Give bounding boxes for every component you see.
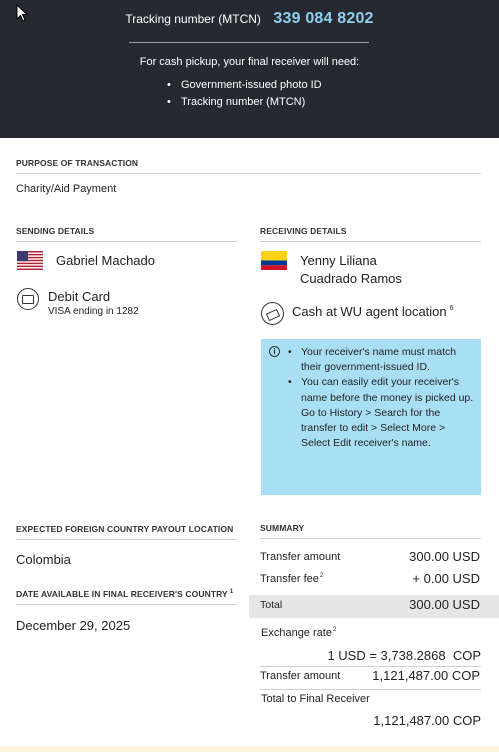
- transfer-amount-value: 300.00 USD: [409, 549, 480, 564]
- final-receiver-value: 1,121,487.00 COP: [373, 713, 481, 728]
- date-available-text: DATE AVAILABLE IN FINAL RECEIVER'S COUNT…: [16, 589, 228, 599]
- mtcn-row: Tracking number (MTCN) 339 084 8202: [0, 10, 499, 28]
- header-divider: [129, 42, 369, 43]
- credit-card-icon: [17, 288, 39, 310]
- cash-hand-icon: [261, 302, 284, 325]
- info-note: Your receiver's name must match their go…: [287, 345, 475, 375]
- info-notes-list: Your receiver's name must match their go…: [287, 345, 475, 451]
- transfer-fee-text: Transfer fee: [260, 573, 319, 585]
- footnote-marker: 6: [449, 305, 454, 312]
- converted-amount-label: Transfer amount: [260, 670, 341, 682]
- payout-location-label: EXPECTED FOREIGN COUNTRY PAYOUT LOCATION: [16, 524, 234, 534]
- purpose-label: PURPOSE OF TRANSACTION: [16, 158, 139, 168]
- purpose-value: Charity/Aid Payment: [16, 183, 117, 195]
- us-flag-icon: [17, 251, 43, 270]
- date-available-value: December 29, 2025: [16, 618, 131, 633]
- pickup-intro: For cash pickup, your final receiver wil…: [139, 56, 360, 68]
- payment-detail: VISA ending in 1282: [48, 306, 139, 317]
- section-divider: [16, 241, 237, 242]
- pickup-requirements-list: Government-issued photo ID Tracking numb…: [165, 77, 322, 111]
- final-receiver-label: Total to Final Receiver: [261, 693, 370, 705]
- delivery-method: Cash at WU agent location 6: [292, 304, 454, 319]
- transfer-fee-label: Transfer fee2: [260, 573, 323, 585]
- transfer-amount-label: Transfer amount: [260, 551, 341, 563]
- receiving-details-section: RECEIVING DETAILS Yenny Liliana Cuadrado…: [260, 226, 481, 325]
- payment-method: Debit Card: [48, 289, 111, 304]
- purpose-section: PURPOSE OF TRANSACTION: [16, 158, 481, 174]
- date-available-label: DATE AVAILABLE IN FINAL RECEIVER'S COUNT…: [16, 589, 237, 599]
- section-divider: [16, 539, 237, 540]
- summary-section: SUMMARY: [260, 523, 481, 539]
- receiver-first-names: Yenny Liliana: [300, 253, 377, 268]
- total-row: Total 300.00 USD: [260, 596, 481, 616]
- footnote-marker: 1: [229, 589, 234, 595]
- payout-location-section: EXPECTED FOREIGN COUNTRY PAYOUT LOCATION: [16, 524, 237, 540]
- mtcn-label: Tracking number (MTCN): [125, 12, 261, 26]
- converted-amount-row: Transfer amount 1,121,487.00 COP: [260, 667, 481, 687]
- transfer-amount-row: Transfer amount 300.00 USD: [260, 548, 481, 568]
- payout-country: Colombia: [16, 552, 71, 567]
- footer-strip: [0, 746, 499, 752]
- receiver-last-names: Cuadrado Ramos: [300, 271, 402, 286]
- section-divider: [16, 604, 237, 605]
- footnote-marker: 2: [332, 627, 337, 633]
- info-note: You can easily edit your receiver's name…: [287, 375, 475, 451]
- transfer-fee-value: + 0.00 USD: [412, 571, 480, 586]
- section-divider: [260, 689, 481, 690]
- section-divider: [260, 241, 481, 242]
- date-available-section: DATE AVAILABLE IN FINAL RECEIVER'S COUNT…: [16, 589, 237, 605]
- sending-details-section: SENDING DETAILS Gabriel Machado Debit Ca…: [16, 226, 237, 317]
- info-icon: i: [269, 346, 280, 357]
- pickup-requirement: Tracking number (MTCN): [165, 94, 322, 111]
- total-label: Total: [260, 599, 283, 611]
- colombia-flag-icon: [261, 251, 287, 270]
- name-match-info-box: i Your receiver's name must match their …: [261, 339, 481, 495]
- confirmation-header: Tracking number (MTCN) 339 084 8202 For …: [0, 0, 499, 138]
- total-value: 300.00 USD: [409, 597, 480, 612]
- delivery-method-text: Cash at WU agent location: [292, 304, 447, 319]
- sender-name: Gabriel Machado: [56, 253, 155, 268]
- section-divider: [16, 173, 481, 174]
- summary-label: SUMMARY: [260, 523, 305, 533]
- receiving-details-label: RECEIVING DETAILS: [260, 226, 347, 236]
- receiver-name: Yenny Liliana Cuadrado Ramos: [300, 252, 402, 288]
- transfer-fee-row: Transfer fee2 + 0.00 USD: [260, 570, 481, 590]
- pickup-requirement: Government-issued photo ID: [165, 77, 322, 94]
- exchange-rate-value: 1 USD = 3,738.2868 COP: [327, 648, 481, 663]
- mtcn-value[interactable]: 339 084 8202: [273, 10, 373, 27]
- footnote-marker: 2: [319, 573, 324, 579]
- section-divider: [260, 538, 481, 539]
- converted-amount-value: 1,121,487.00 COP: [372, 668, 480, 683]
- exchange-rate-text: Exchange rate: [261, 627, 332, 639]
- exchange-rate-label: Exchange rate2: [261, 627, 336, 639]
- sending-details-label: SENDING DETAILS: [16, 226, 95, 236]
